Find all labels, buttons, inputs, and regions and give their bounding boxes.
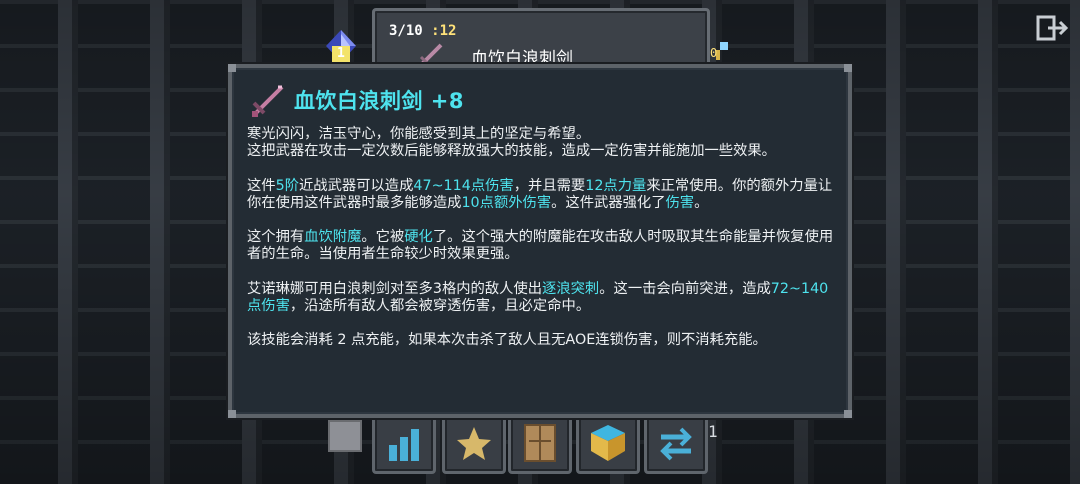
gem-chest-icon	[591, 425, 625, 461]
crystal-count: 1	[337, 46, 345, 61]
skill-name: 逐浪突刺	[542, 280, 600, 297]
stats-button[interactable]	[372, 412, 436, 474]
item-title-row: 血饮白浪刺剑 +8	[248, 82, 464, 118]
stats-paragraph: 这件5阶近战武器可以造成47~114点伤害，并且需要12点力量来正常使用。你的额…	[247, 177, 833, 211]
frame-corner	[844, 410, 852, 418]
stats-icon	[389, 429, 419, 461]
journal-icon	[524, 424, 556, 462]
item-title: 血饮白浪刺剑 +8	[294, 89, 465, 113]
frame-corner	[228, 64, 236, 72]
flavor-text: 寒光闪闪，洁玉守心，你能感受到其上的坚定与希望。 这把武器在攻击一定次数后能够释…	[247, 126, 776, 160]
star-icon	[457, 427, 491, 460]
frame-corner	[844, 64, 852, 72]
enchant-paragraph: 这个拥有血饮附魔。它被硬化了。这个强大的附魔能在攻击敌人时吸取其生命能量并恢复使…	[247, 229, 834, 263]
skill-paragraph: 艾诺琳娜可用白浪刺剑对至多3格内的敌人使出逐浪突刺。这一击会向前突进，造成72~…	[247, 280, 829, 314]
key-count: 0	[710, 46, 718, 60]
enchant-name: 血饮附魔	[304, 229, 362, 246]
skill-cost-paragraph: 该技能会消耗 2 点充能，如果本次击杀了敌人且无AOE连锁伤害，则不消耗充能。	[247, 332, 767, 349]
bottom-toolbar	[372, 412, 712, 474]
weapon-charges: 3/10 :12	[389, 23, 457, 39]
rapier-icon	[252, 85, 284, 117]
enhanced-stat: 伤害	[665, 194, 695, 211]
item-description: 寒光闪闪，洁玉守心，你能感受到其上的坚定与希望。 这把武器在攻击一定次数后能够释…	[247, 126, 839, 367]
toolbar-extra-count: 1	[708, 422, 718, 441]
empty-quickslot[interactable]	[328, 420, 362, 452]
damage-range: 47~114点伤害	[413, 177, 514, 194]
bonus-damage: 10点额外伤害	[461, 194, 552, 211]
strength-requirement: 12点力量	[585, 177, 647, 194]
swap-button[interactable]	[644, 412, 708, 474]
badges-button[interactable]	[442, 412, 506, 474]
swap-icon	[660, 427, 692, 461]
item-info-window: 血饮白浪刺剑 +8 寒光闪闪，洁玉守心，你能感受到其上的坚定与希望。 这把武器在…	[228, 64, 852, 418]
journal-button[interactable]	[508, 412, 572, 474]
tier-value: 5阶	[275, 177, 299, 194]
exit-door-icon[interactable]	[1036, 14, 1070, 42]
hardened-status: 硬化	[404, 229, 433, 246]
inventory-button[interactable]	[576, 412, 640, 474]
frame-corner	[228, 410, 236, 418]
